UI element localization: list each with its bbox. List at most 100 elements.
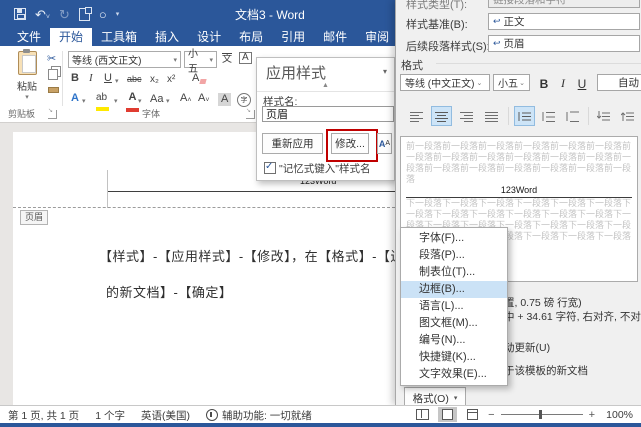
style-type-dropdown: 链接段落和字符 [488, 0, 640, 8]
paste-button[interactable]: 粘贴 ▾ [10, 49, 44, 101]
character-border-icon[interactable]: A [239, 52, 252, 64]
style-name-input[interactable]: 页眉 [262, 106, 394, 122]
enclose-characters-icon[interactable]: 字 [237, 93, 251, 107]
clipboard-dialog-launcher-icon[interactable] [48, 107, 57, 119]
pane-collapse-icon[interactable]: ▲ [257, 82, 394, 92]
pane-menu-caret-icon[interactable]: ▾ [383, 67, 387, 76]
dialog-font-combobox[interactable]: 等线 (中文正文) ⌄ [400, 74, 490, 91]
decrease-paragraph-spacing-button[interactable] [617, 106, 638, 126]
following-style-dropdown[interactable]: ↩ 页眉 [488, 35, 640, 52]
menu-item-border[interactable]: 边框(B)... [401, 281, 507, 298]
tab-design[interactable]: 设计 [188, 28, 230, 46]
grow-font-icon[interactable]: A ˄ [180, 93, 191, 105]
menu-item-font[interactable]: 字体(F)... [401, 230, 507, 247]
double-spacing-button[interactable] [562, 106, 583, 126]
align-left-button[interactable] [406, 106, 427, 126]
align-justify-button[interactable] [481, 106, 502, 126]
zoom-slider[interactable] [500, 410, 583, 419]
paste-icon [17, 49, 37, 75]
copy-icon[interactable] [48, 69, 58, 80]
redo-icon[interactable]: ↻ [59, 8, 70, 21]
save-icon[interactable] [14, 8, 26, 20]
zoom-out-button[interactable]: − [488, 409, 494, 421]
page-indicator[interactable]: 第 1 页, 共 1 页 [8, 408, 79, 423]
addin-icon[interactable] [78, 6, 92, 21]
chevron-down-icon: ▾ [114, 98, 118, 105]
menu-item-shortcut-key[interactable]: 快捷键(K)... [401, 349, 507, 366]
menu-item-numbering[interactable]: 编号(N)... [401, 332, 507, 349]
autocomplete-checkbox[interactable] [264, 161, 276, 174]
accessibility-status[interactable]: 辅助功能: 一切就绪 [205, 408, 312, 423]
font-name-combobox[interactable]: 等线 (西文正文) ▾ [68, 51, 181, 68]
based-on-value: 正文 [503, 16, 525, 28]
reapply-label: 重新应用 [271, 138, 314, 150]
subscript-button[interactable]: x₂ [150, 75, 159, 85]
web-layout-button[interactable] [463, 407, 482, 422]
style-description-line2: 中 + 34.61 字符, 右对齐, 不对齐 [504, 311, 641, 323]
double-spacing-icon [566, 111, 579, 122]
increase-paragraph-spacing-button[interactable] [593, 106, 614, 126]
paragraph-mark-icon: ↩ [493, 16, 501, 26]
font-size-combobox[interactable]: 小五 ▾ [184, 49, 217, 75]
reapply-button[interactable]: 重新应用 [262, 133, 323, 154]
read-mode-button[interactable] [413, 407, 432, 422]
menu-item-tabs[interactable]: 制表位(T)... [401, 264, 507, 281]
qat-customize-icon[interactable]: ▾ [116, 10, 120, 18]
styles-pane-icon[interactable]: AA [377, 133, 392, 154]
align-right-button[interactable] [456, 106, 477, 126]
character-shading-icon[interactable]: A [218, 93, 232, 106]
zoom-level[interactable]: 100% [601, 409, 633, 421]
text-highlight-icon[interactable]: ab [96, 92, 109, 114]
menu-item-text-effects[interactable]: 文字效果(E)... [401, 366, 507, 383]
zoom-in-button[interactable]: + [589, 409, 595, 421]
tab-file[interactable]: 文件 [8, 28, 50, 46]
align-center-button[interactable] [431, 106, 452, 126]
menu-item-frame[interactable]: 图文框(M)... [401, 315, 507, 332]
clear-formatting-icon[interactable]: A [192, 73, 208, 84]
superscript-button[interactable]: x² [167, 75, 175, 85]
format-menu-button[interactable]: 格式(O) ▾ [404, 387, 466, 405]
strikethrough-button[interactable]: abc [127, 75, 142, 84]
tab-references[interactable]: 引用 [272, 28, 314, 46]
based-on-dropdown[interactable]: ↩ 正文 [488, 13, 640, 30]
language-indicator[interactable]: 英语(美国) [141, 408, 190, 423]
style-type-value: 链接段落和字符 [493, 0, 567, 6]
zoom-slider-handle[interactable] [538, 410, 542, 419]
menu-item-paragraph[interactable]: 段落(P)... [401, 247, 507, 264]
apply-styles-title: 应用样式 [266, 65, 327, 82]
dialog-bold-button[interactable]: B [535, 74, 553, 93]
new-documents-radio-label[interactable]: 于该模板的新文档 [504, 363, 588, 378]
bold-button[interactable]: B [71, 73, 79, 84]
tab-mailings[interactable]: 邮件 [314, 28, 356, 46]
underline-button[interactable]: U [104, 73, 112, 84]
circle-icon[interactable]: ○ [99, 8, 107, 21]
undo-icon[interactable]: ↶˅ [35, 8, 50, 21]
format-painter-icon[interactable] [48, 87, 59, 93]
underline-caret-icon[interactable]: ▾ [115, 78, 119, 85]
word-count[interactable]: 1 个字 [95, 408, 125, 423]
change-case-icon[interactable]: Aa [150, 94, 163, 105]
tab-insert[interactable]: 插入 [146, 28, 188, 46]
chevron-down-icon: ⌄ [476, 79, 483, 87]
tab-review[interactable]: 审阅 [356, 28, 398, 46]
dialog-font-color-dropdown[interactable]: 自动 [597, 74, 641, 91]
print-layout-button[interactable] [438, 407, 458, 422]
tab-home[interactable]: 开始 [50, 28, 93, 46]
tab-toolbox[interactable]: 工具箱 [92, 28, 146, 46]
dialog-size-combobox[interactable]: 小五 ⌄ [493, 74, 530, 91]
tab-layout[interactable]: 布局 [230, 28, 272, 46]
one-half-spacing-button[interactable] [538, 106, 559, 126]
menu-item-language[interactable]: 语言(L)... [401, 298, 507, 315]
increase-spacing-icon [597, 110, 610, 120]
phonetic-guide-icon[interactable]: 文 [222, 53, 232, 65]
quick-access-toolbar: ↶˅ ↻ ○ ▾ [14, 0, 119, 28]
cut-icon[interactable]: ✂ [47, 52, 56, 65]
text-effects-icon[interactable]: A [71, 93, 79, 104]
italic-button[interactable]: I [89, 73, 93, 84]
dialog-underline-button[interactable]: U [573, 74, 591, 93]
single-spacing-button[interactable] [514, 106, 535, 126]
dialog-italic-button[interactable]: I [554, 74, 572, 93]
auto-update-checkbox-label[interactable]: 动更新(U) [504, 340, 550, 355]
shrink-font-icon[interactable]: A ˅ [198, 93, 209, 105]
font-dialog-launcher-icon[interactable] [246, 107, 255, 119]
